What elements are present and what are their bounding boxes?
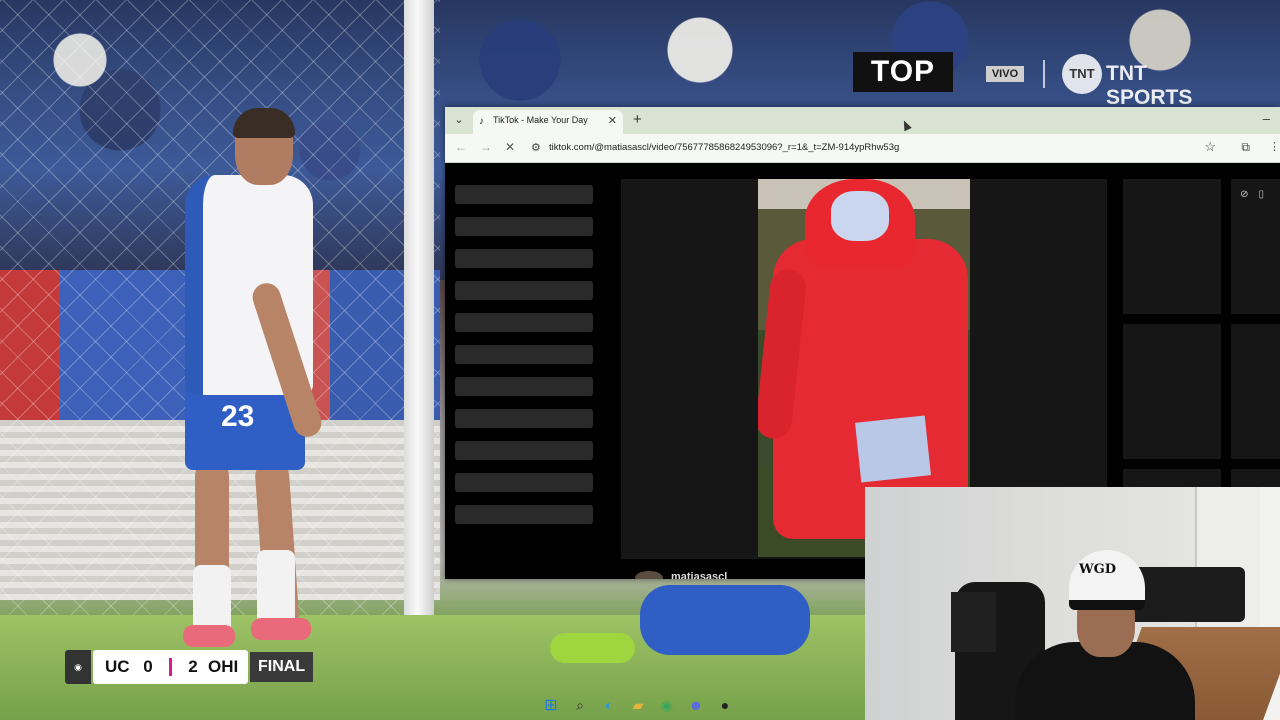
forward-icon[interactable]: → [480,140,492,154]
divider [1043,60,1045,88]
video-username[interactable]: matiasascl [671,571,727,579]
avatar[interactable] [635,571,663,579]
player-control-icons[interactable]: ⊘▯ [1240,189,1274,200]
player-figure: 23 [165,108,345,650]
url-input[interactable]: tiktok.com/@matiasascl/video/75677785868… [549,142,899,153]
skeleton-item [455,345,593,364]
skeleton-item [455,281,593,300]
chrome-icon[interactable]: ◉ [656,694,678,716]
search-icon[interactable]: ⌕ [569,694,591,716]
bookmark-star-icon[interactable]: ☆ [1204,139,1216,155]
tnt-sports-text: TNT SPORTS [1106,62,1193,109]
skeleton-item [455,473,593,492]
skeleton-item [455,185,593,204]
skeleton-item [455,313,593,332]
home-score: 0 [143,657,153,676]
obs-icon[interactable]: ● [714,694,736,716]
back-icon[interactable]: ← [455,140,467,154]
stop-loading-icon[interactable]: ✕ [505,140,515,154]
tab-search-icon[interactable]: ⌄ [451,112,467,128]
skeleton-item [455,377,593,396]
skeleton-item [455,505,593,524]
tnt-mark: TNT [1062,54,1102,94]
skeleton-item [455,249,593,268]
live-badge: VIVO [986,66,1024,82]
extensions-icon[interactable]: ⧉ [1241,140,1250,155]
minimize-button[interactable]: – [1263,111,1270,126]
goalkeeper-figure [550,585,830,670]
file-explorer-icon[interactable]: ▰ [627,694,649,716]
taskbar: ⊞ ⌕ ◐ ▰ ◉ ☻ ● [540,692,750,718]
score-panel: UC 0 2 OHI [93,650,248,684]
league-logo-icon: ◉ [65,650,91,684]
site-info-icon[interactable]: ⚙ [531,141,541,154]
away-team: OHI [208,657,239,676]
top-logo: TOP [853,52,953,92]
edge-icon[interactable]: ◐ [598,694,620,716]
tiktok-icon: ♪ [479,116,484,127]
cap-logo: WGD [1079,562,1116,577]
score-divider [169,658,172,676]
skeleton-item [455,409,593,428]
discord-icon[interactable]: ☻ [685,694,707,716]
goal-post [404,0,434,620]
tab-bar: ⌄ ♪ TikTok - Make Your Day ✕ + – [445,107,1280,134]
match-status: FINAL [250,652,314,682]
start-icon[interactable]: ⊞ [540,694,562,716]
video-thumbnail[interactable] [1231,324,1280,459]
tab-title: TikTok - Make Your Day [493,115,588,125]
address-bar: ← → ✕ ⚙ tiktok.com/@matiasascl/video/756… [445,134,1280,163]
home-team: UC [105,657,130,676]
menu-icon[interactable]: ⋮ [1269,140,1280,153]
webcam-feed: WGD [865,487,1280,720]
sidebar-skeleton [455,185,595,537]
close-icon[interactable]: ✕ [608,114,617,127]
tnt-sports-logo: TNT TNT SPORTS [1062,54,1202,109]
video-thumbnail[interactable] [1123,179,1221,314]
video-thumbnail[interactable] [1123,324,1221,459]
skeleton-item [455,441,593,460]
away-score: 2 [188,657,198,676]
monitor [951,592,996,652]
skeleton-item [455,217,593,236]
streamer: WGD [1015,547,1195,720]
player-number: 23 [221,400,255,433]
tab-tiktok[interactable]: ♪ TikTok - Make Your Day ✕ [473,110,623,134]
new-tab-button[interactable]: + [633,111,642,128]
scoreboard: ◉ UC 0 2 OHI FINAL [65,650,314,684]
